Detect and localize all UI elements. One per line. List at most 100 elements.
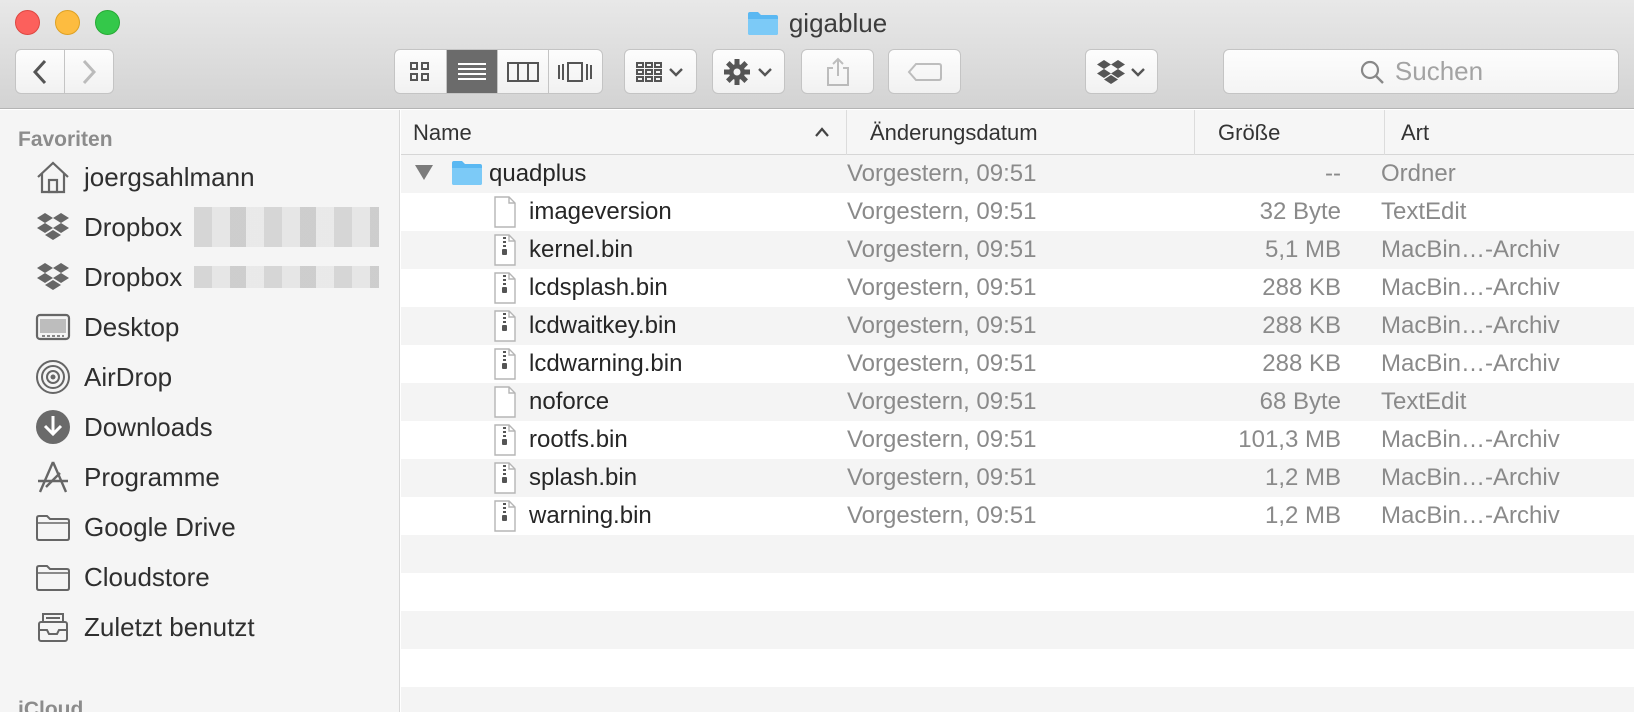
sidebar-item-airdrop[interactable]: AirDrop <box>34 355 394 399</box>
sidebar-item-dropbox-2[interactable]: Dropbox <box>34 255 394 299</box>
column-label: Größe <box>1218 119 1281 145</box>
table-row[interactable]: lcdsplash.bin Vorgestern, 09:51 288 KB MacB… <box>401 269 1634 307</box>
list-view-button[interactable] <box>446 50 498 93</box>
file-date: Vorgestern, 09:51 <box>847 236 1037 263</box>
forward-button[interactable] <box>65 50 114 93</box>
sidebar-item-recents[interactable]: Zuletzt benutzt <box>34 605 394 649</box>
gear-icon <box>723 58 772 85</box>
toolbar: gigablue Suchen <box>0 0 1634 109</box>
dropbox-icon <box>34 208 72 246</box>
tag-icon <box>907 62 942 81</box>
sidebar-item-dropbox-1[interactable]: Dropbox <box>34 205 394 249</box>
file-name: kernel.bin <box>529 236 634 263</box>
file-date: Vorgestern, 09:51 <box>847 426 1037 453</box>
table-row[interactable]: lcdwarning.bin Vorgestern, 09:51 288 KB Mac… <box>401 345 1634 383</box>
table-row[interactable]: warning.bin Vorgestern, 09:51 1,2 MB MacBin… <box>401 497 1634 535</box>
folder-icon <box>747 10 779 36</box>
dropbox-icon <box>34 258 72 296</box>
column-view-button[interactable] <box>498 50 549 93</box>
table-row[interactable]: noforce Vorgestern, 09:51 68 Byte TextEdit <box>401 383 1634 421</box>
sidebar-heading-icloud: iCloud <box>18 698 84 712</box>
window-title: gigablue <box>0 8 1634 38</box>
file-size: 5,1 MB <box>1264 236 1341 263</box>
archive-file-icon <box>493 272 517 309</box>
home-icon <box>34 158 72 196</box>
back-button[interactable] <box>16 50 65 93</box>
file-kind: TextEdit <box>1381 198 1467 225</box>
file-name: noforce <box>529 388 610 415</box>
folder-icon <box>34 508 72 546</box>
file-size: 288 KB <box>1262 312 1341 339</box>
sidebar: Favoriten joergsahlmann Dropbox Dropbox <box>0 110 400 712</box>
dropbox-menu-button[interactable] <box>1085 49 1158 94</box>
navigation-buttons <box>15 49 114 94</box>
text-file-icon <box>493 386 517 423</box>
tag-button[interactable] <box>888 49 961 94</box>
file-kind: Ordner <box>1381 160 1456 187</box>
sidebar-item-label: Downloads <box>84 411 213 442</box>
share-button[interactable] <box>801 49 874 94</box>
desktop-icon <box>34 308 72 346</box>
file-kind: MacBin…-Archiv <box>1381 274 1560 301</box>
sidebar-item-desktop[interactable]: Desktop <box>34 305 394 349</box>
columns-icon <box>506 61 539 82</box>
action-button[interactable] <box>712 49 785 94</box>
column-header-size[interactable]: Größe <box>1195 110 1385 155</box>
file-date: Vorgestern, 09:51 <box>847 312 1037 339</box>
empty-row <box>401 573 1634 611</box>
grid-icon <box>410 61 430 81</box>
file-kind: MacBin…-Archiv <box>1381 350 1560 377</box>
file-name: quadplus <box>489 160 587 187</box>
empty-row <box>401 687 1634 712</box>
search-field[interactable]: Suchen <box>1223 49 1619 94</box>
file-size: 288 KB <box>1262 274 1341 301</box>
folder-icon <box>451 158 483 191</box>
file-kind: MacBin…-Archiv <box>1381 502 1560 529</box>
file-name: lcdwaitkey.bin <box>529 312 677 339</box>
file-date: Vorgestern, 09:51 <box>847 388 1037 415</box>
sidebar-item-label: AirDrop <box>84 361 173 392</box>
disclosure-triangle-icon[interactable] <box>415 165 433 180</box>
file-date: Vorgestern, 09:51 <box>847 464 1037 491</box>
sidebar-item-cloudstore[interactable]: Cloudstore <box>34 555 394 599</box>
file-name: warning.bin <box>529 502 652 529</box>
file-size: -- <box>1325 160 1341 187</box>
column-header-name[interactable]: Name <box>401 110 847 155</box>
file-name: lcdsplash.bin <box>529 274 668 301</box>
sidebar-item-home[interactable]: joergsahlmann <box>34 155 394 199</box>
column-header-kind[interactable]: Art <box>1385 110 1634 155</box>
sidebar-item-label: Zuletzt benutzt <box>84 611 255 642</box>
column-header-date[interactable]: Änderungsdatum <box>847 110 1195 155</box>
sidebar-item-google-drive[interactable]: Google Drive <box>34 505 394 549</box>
file-date: Vorgestern, 09:51 <box>847 502 1037 529</box>
file-date: Vorgestern, 09:51 <box>847 160 1037 187</box>
sidebar-item-applications[interactable]: Programme <box>34 455 394 499</box>
list-icon <box>457 62 486 80</box>
file-size: 32 Byte <box>1259 198 1341 225</box>
cover-flow-view-button[interactable] <box>549 50 602 93</box>
file-size: 101,3 MB <box>1238 426 1341 453</box>
sidebar-item-label: joergsahlmann <box>84 161 255 192</box>
file-name: lcdwarning.bin <box>529 350 683 377</box>
table-row[interactable]: kernel.bin Vorgestern, 09:51 5,1 MB MacBin…… <box>401 231 1634 269</box>
share-icon <box>826 57 849 86</box>
chevron-right-icon <box>82 59 96 84</box>
table-row[interactable]: lcdwaitkey.bin Vorgestern, 09:51 288 KB Mac… <box>401 307 1634 345</box>
table-row[interactable]: splash.bin Vorgestern, 09:51 1,2 MB MacBin…… <box>401 459 1634 497</box>
arrange-button[interactable] <box>624 49 697 94</box>
table-row[interactable]: quadplus Vorgestern, 09:51 -- Ordner <box>401 155 1634 193</box>
archive-file-icon <box>493 348 517 385</box>
file-name: imageversion <box>529 198 672 225</box>
file-name: splash.bin <box>529 464 638 491</box>
table-row[interactable]: rootfs.bin Vorgestern, 09:51 101,3 MB MacBi… <box>401 421 1634 459</box>
sidebar-item-label: Google Drive <box>84 511 236 542</box>
table-row[interactable]: imageversion Vorgestern, 09:51 32 Byte Text… <box>401 193 1634 231</box>
sidebar-item-downloads[interactable]: Downloads <box>34 405 394 449</box>
archive-file-icon <box>493 424 517 461</box>
sort-ascending-icon <box>815 127 829 137</box>
file-date: Vorgestern, 09:51 <box>847 274 1037 301</box>
file-kind: MacBin…-Archiv <box>1381 312 1560 339</box>
finder-window: gigablue Suchen Favoriten joergsahlmann … <box>0 0 1634 712</box>
file-name: rootfs.bin <box>529 426 628 453</box>
icon-view-button[interactable] <box>395 50 447 93</box>
